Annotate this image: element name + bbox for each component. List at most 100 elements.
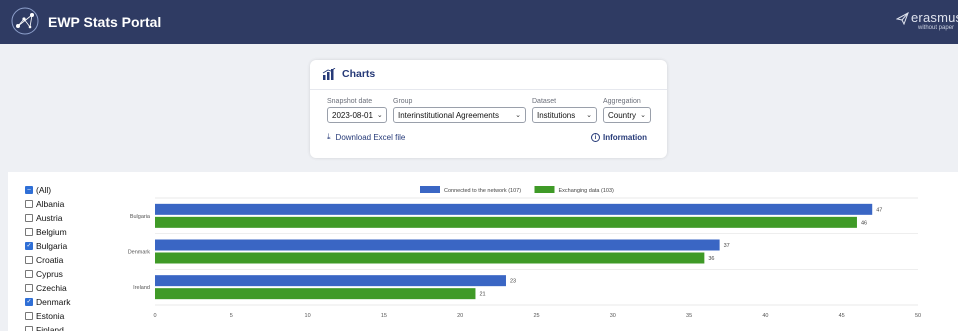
checkbox[interactable]: – bbox=[25, 186, 33, 194]
country-filter-item[interactable]: Croatia bbox=[25, 253, 70, 267]
category-label: Bulgaria bbox=[130, 214, 151, 220]
x-tick-label: 45 bbox=[839, 313, 845, 319]
checkbox[interactable] bbox=[25, 228, 33, 236]
country-label: Belgium bbox=[36, 227, 67, 237]
info-icon: i bbox=[591, 133, 600, 142]
download-label: Download Excel file bbox=[335, 132, 406, 142]
data-label: 21 bbox=[479, 292, 485, 298]
checkbox[interactable] bbox=[25, 312, 33, 320]
dataset-field: Dataset Institutions ⌄ bbox=[532, 98, 597, 123]
data-label: 36 bbox=[708, 256, 714, 262]
category-label: Denmark bbox=[128, 250, 151, 256]
snapshot-date-label: Snapshot date bbox=[327, 98, 373, 105]
country-filter-item[interactable]: Finland bbox=[25, 323, 70, 331]
aggregation-value: Country bbox=[608, 110, 637, 120]
dataset-value: Institutions bbox=[537, 110, 576, 120]
country-label: Estonia bbox=[36, 311, 65, 321]
country-filter-item[interactable]: Albania bbox=[25, 197, 70, 211]
bar bbox=[155, 216, 857, 228]
country-filter-item[interactable]: ✓ Denmark bbox=[25, 295, 70, 309]
legend-swatch bbox=[534, 186, 555, 193]
checkbox[interactable]: ✓ bbox=[25, 298, 33, 306]
country-filter-item[interactable]: Estonia bbox=[25, 309, 70, 323]
group-field: Group Interinstitutional Agreements ⌄ bbox=[393, 98, 526, 123]
checkbox[interactable] bbox=[25, 326, 33, 331]
x-tick-label: 25 bbox=[533, 313, 539, 319]
data-label: 23 bbox=[510, 279, 516, 285]
information-link[interactable]: i Information bbox=[591, 133, 647, 142]
country-label: Czechia bbox=[36, 283, 67, 293]
brand-tagline: without paper bbox=[918, 25, 955, 31]
country-label: (All) bbox=[36, 185, 52, 195]
checkbox[interactable]: ✓ bbox=[25, 242, 33, 250]
paper-plane-icon bbox=[896, 12, 909, 25]
data-label: 47 bbox=[876, 207, 882, 213]
data-label: 46 bbox=[861, 220, 867, 226]
checkbox[interactable] bbox=[25, 200, 33, 208]
checkbox[interactable] bbox=[25, 284, 33, 292]
country-filter-item[interactable]: Belgium bbox=[25, 225, 70, 239]
country-filter-item[interactable]: Cyprus bbox=[25, 267, 70, 281]
country-label: Bulgaria bbox=[36, 241, 68, 251]
bar bbox=[155, 239, 720, 251]
bar-chart: Connected to the network (107) Exchanging… bbox=[128, 186, 921, 319]
country-label: Finland bbox=[36, 325, 64, 331]
download-excel-link[interactable]: ⤓ Download Excel file bbox=[327, 132, 405, 142]
bar bbox=[155, 275, 506, 287]
card-divider bbox=[310, 89, 667, 90]
download-icon: ⤓ bbox=[327, 132, 331, 141]
aggregation-select[interactable]: Country ⌄ bbox=[603, 107, 651, 123]
legend-label: Connected to the network (107) bbox=[444, 188, 521, 194]
x-tick-label: 35 bbox=[686, 313, 692, 319]
x-tick-label: 20 bbox=[457, 313, 463, 319]
x-tick-label: 30 bbox=[610, 313, 616, 319]
country-filter-list: – (All) Albania Austria Belgium ✓ Bulgaria Croa… bbox=[25, 183, 70, 331]
x-tick-label: 10 bbox=[305, 313, 311, 319]
card-title: Charts bbox=[342, 68, 376, 80]
country-filter-item[interactable]: ✓ Bulgaria bbox=[25, 239, 70, 253]
checkbox[interactable] bbox=[25, 270, 33, 278]
dataset-select[interactable]: Institutions ⌄ bbox=[532, 107, 597, 123]
group-label: Group bbox=[393, 98, 413, 105]
country-label: Croatia bbox=[36, 255, 64, 265]
aggregation-field: Aggregation Country ⌄ bbox=[603, 98, 651, 123]
chevron-down-icon: ⌄ bbox=[586, 112, 592, 119]
erasmus-brand[interactable]: erasmus without paper bbox=[896, 10, 958, 36]
x-tick-label: 0 bbox=[153, 313, 156, 319]
snapshot-date-select[interactable]: 2023-08-01 ⌄ bbox=[327, 107, 387, 123]
country-label: Austria bbox=[36, 213, 63, 223]
country-label: Cyprus bbox=[36, 269, 63, 279]
bar bbox=[155, 203, 873, 215]
charts-card: Charts Snapshot date 2023-08-01 ⌄ Group … bbox=[310, 60, 667, 158]
checkbox[interactable] bbox=[25, 214, 33, 222]
x-tick-label: 50 bbox=[915, 313, 921, 319]
bar bbox=[155, 288, 476, 300]
brand-name: erasmus bbox=[911, 10, 958, 25]
country-filter-item[interactable]: Czechia bbox=[25, 281, 70, 295]
aggregation-label: Aggregation bbox=[603, 98, 641, 105]
group-select[interactable]: Interinstitutional Agreements ⌄ bbox=[393, 107, 526, 123]
app-title[interactable]: EWP Stats Portal bbox=[48, 14, 161, 30]
x-tick-label: 5 bbox=[230, 313, 233, 319]
bar-chart-icon bbox=[322, 68, 336, 80]
legend-label: Exchanging data (103) bbox=[559, 188, 615, 194]
country-label: Denmark bbox=[36, 297, 71, 307]
data-label: 37 bbox=[724, 243, 730, 249]
top-bar: EWP Stats Portal erasmus without paper bbox=[0, 0, 958, 44]
snapshot-date-value: 2023-08-01 bbox=[332, 110, 373, 120]
category-label: Ireland bbox=[133, 285, 150, 291]
legend-swatch bbox=[420, 186, 440, 193]
checkbox[interactable] bbox=[25, 256, 33, 264]
network-logo-icon[interactable] bbox=[10, 6, 40, 36]
bar bbox=[155, 252, 705, 264]
country-label: Albania bbox=[36, 199, 65, 209]
chevron-down-icon: ⌄ bbox=[376, 112, 383, 119]
information-label: Information bbox=[603, 133, 647, 142]
x-tick-label: 15 bbox=[381, 313, 387, 319]
snapshot-date-field: Snapshot date 2023-08-01 ⌄ bbox=[327, 98, 387, 123]
country-filter-item[interactable]: – (All) bbox=[25, 183, 70, 197]
group-value: Interinstitutional Agreements bbox=[398, 110, 499, 120]
dataset-label: Dataset bbox=[532, 98, 557, 105]
country-filter-item[interactable]: Austria bbox=[25, 211, 70, 225]
chevron-down-icon: ⌄ bbox=[640, 112, 646, 119]
